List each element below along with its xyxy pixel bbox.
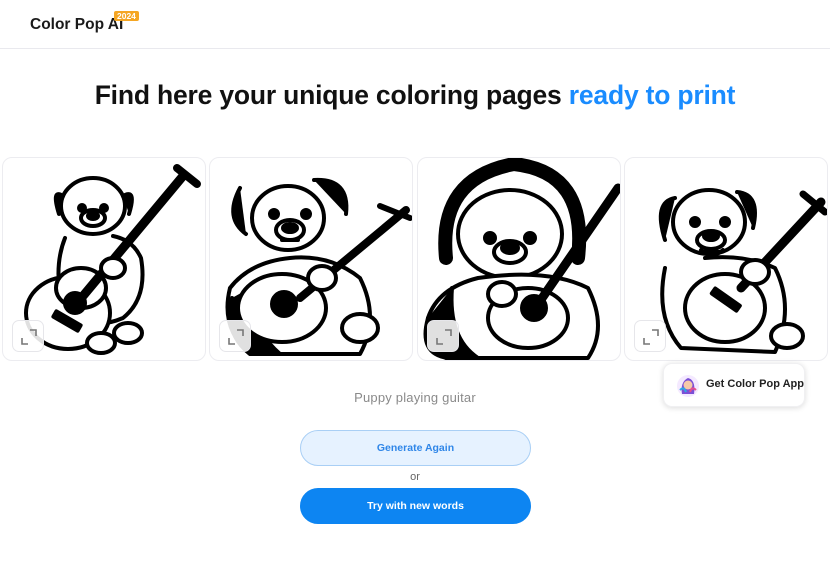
expand-button[interactable] [427,320,459,352]
expand-icon [436,329,452,345]
logo[interactable]: Color Pop AI [30,16,123,34]
expand-button[interactable] [219,320,251,352]
top-header: Color Pop AI 2024 [0,0,830,49]
try-new-words-button[interactable]: Try with new words [300,488,531,524]
coloring-page-card[interactable] [2,157,206,361]
expand-button[interactable] [634,320,666,352]
coloring-page-card[interactable] [624,157,828,361]
generate-again-button[interactable]: Generate Again [300,430,531,466]
expand-icon [228,329,244,345]
get-app-label: Get Color Pop App [706,378,804,390]
or-separator: or [410,471,420,483]
expand-icon [21,329,37,345]
page-title: Find here your unique coloring pages rea… [0,80,830,111]
expand-button[interactable] [12,320,44,352]
coloring-page-card[interactable] [417,157,621,361]
page-title-accent: ready to print [568,80,736,110]
page-title-main: Find here your unique coloring pages [94,80,562,110]
expand-icon [643,329,659,345]
logo-badge: 2024 [114,11,139,21]
prompt-text: Puppy playing guitar [354,390,476,405]
coloring-page-gallery [0,157,830,361]
coloring-page-card[interactable] [209,157,413,361]
